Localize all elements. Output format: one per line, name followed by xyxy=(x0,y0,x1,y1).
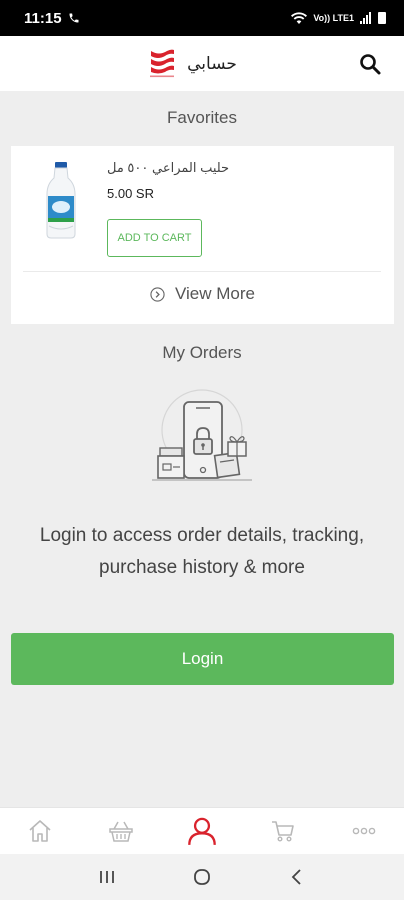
view-more-label: View More xyxy=(175,284,255,303)
home-circle-icon xyxy=(194,869,210,885)
user-icon xyxy=(188,817,216,845)
system-nav-bar xyxy=(0,854,404,900)
brand-logo xyxy=(150,49,175,77)
signal-text: Vo)) LTE1 xyxy=(313,13,354,23)
app-header: حسابي xyxy=(0,36,404,91)
product-price: 5.00 SR xyxy=(107,186,154,201)
nav-basket[interactable] xyxy=(101,811,141,851)
signal-icon xyxy=(360,12,371,24)
nav-cart[interactable] xyxy=(263,811,303,851)
milk-bottle-icon[interactable] xyxy=(41,160,81,242)
home-icon xyxy=(29,820,51,842)
search-icon[interactable] xyxy=(358,52,382,76)
cart-icon xyxy=(271,821,294,842)
nav-home[interactable] xyxy=(20,811,60,851)
favorites-card: حليب المراعي ٥٠٠ مل 5.00 SR ADD TO CART … xyxy=(11,146,394,324)
orders-title: My Orders xyxy=(162,343,242,362)
view-more-link[interactable]: View More xyxy=(11,282,394,306)
more-icon xyxy=(352,827,375,835)
status-bar: 11:15 Vo)) LTE1 xyxy=(0,0,404,36)
nav-account[interactable] xyxy=(182,811,222,851)
circle-chevron-right-icon xyxy=(150,286,165,302)
recent-apps-button[interactable] xyxy=(92,862,122,892)
add-to-cart-button[interactable]: ADD TO CART xyxy=(107,219,202,257)
login-button[interactable]: Login xyxy=(11,633,394,685)
login-message: Login to access order details, tracking,… xyxy=(39,525,365,578)
bottom-nav xyxy=(0,807,404,854)
back-chevron-icon xyxy=(291,869,301,885)
recent-apps-icon xyxy=(100,871,115,883)
locked-phone-illustration xyxy=(152,389,252,481)
battery-icon xyxy=(378,12,386,24)
brand: حسابي xyxy=(147,48,237,80)
wifi-icon xyxy=(291,12,308,24)
back-button[interactable] xyxy=(282,862,312,892)
divider xyxy=(23,271,381,272)
product-name[interactable]: حليب المراعي ٥٠٠ مل xyxy=(107,160,229,176)
basket-icon xyxy=(109,821,133,842)
home-button[interactable] xyxy=(187,862,217,892)
page-title: حسابي xyxy=(187,53,237,73)
status-time: 11:15 xyxy=(24,9,62,27)
phone-icon xyxy=(69,13,79,23)
favorites-title: Favorites xyxy=(167,108,237,127)
nav-more[interactable] xyxy=(344,811,384,851)
